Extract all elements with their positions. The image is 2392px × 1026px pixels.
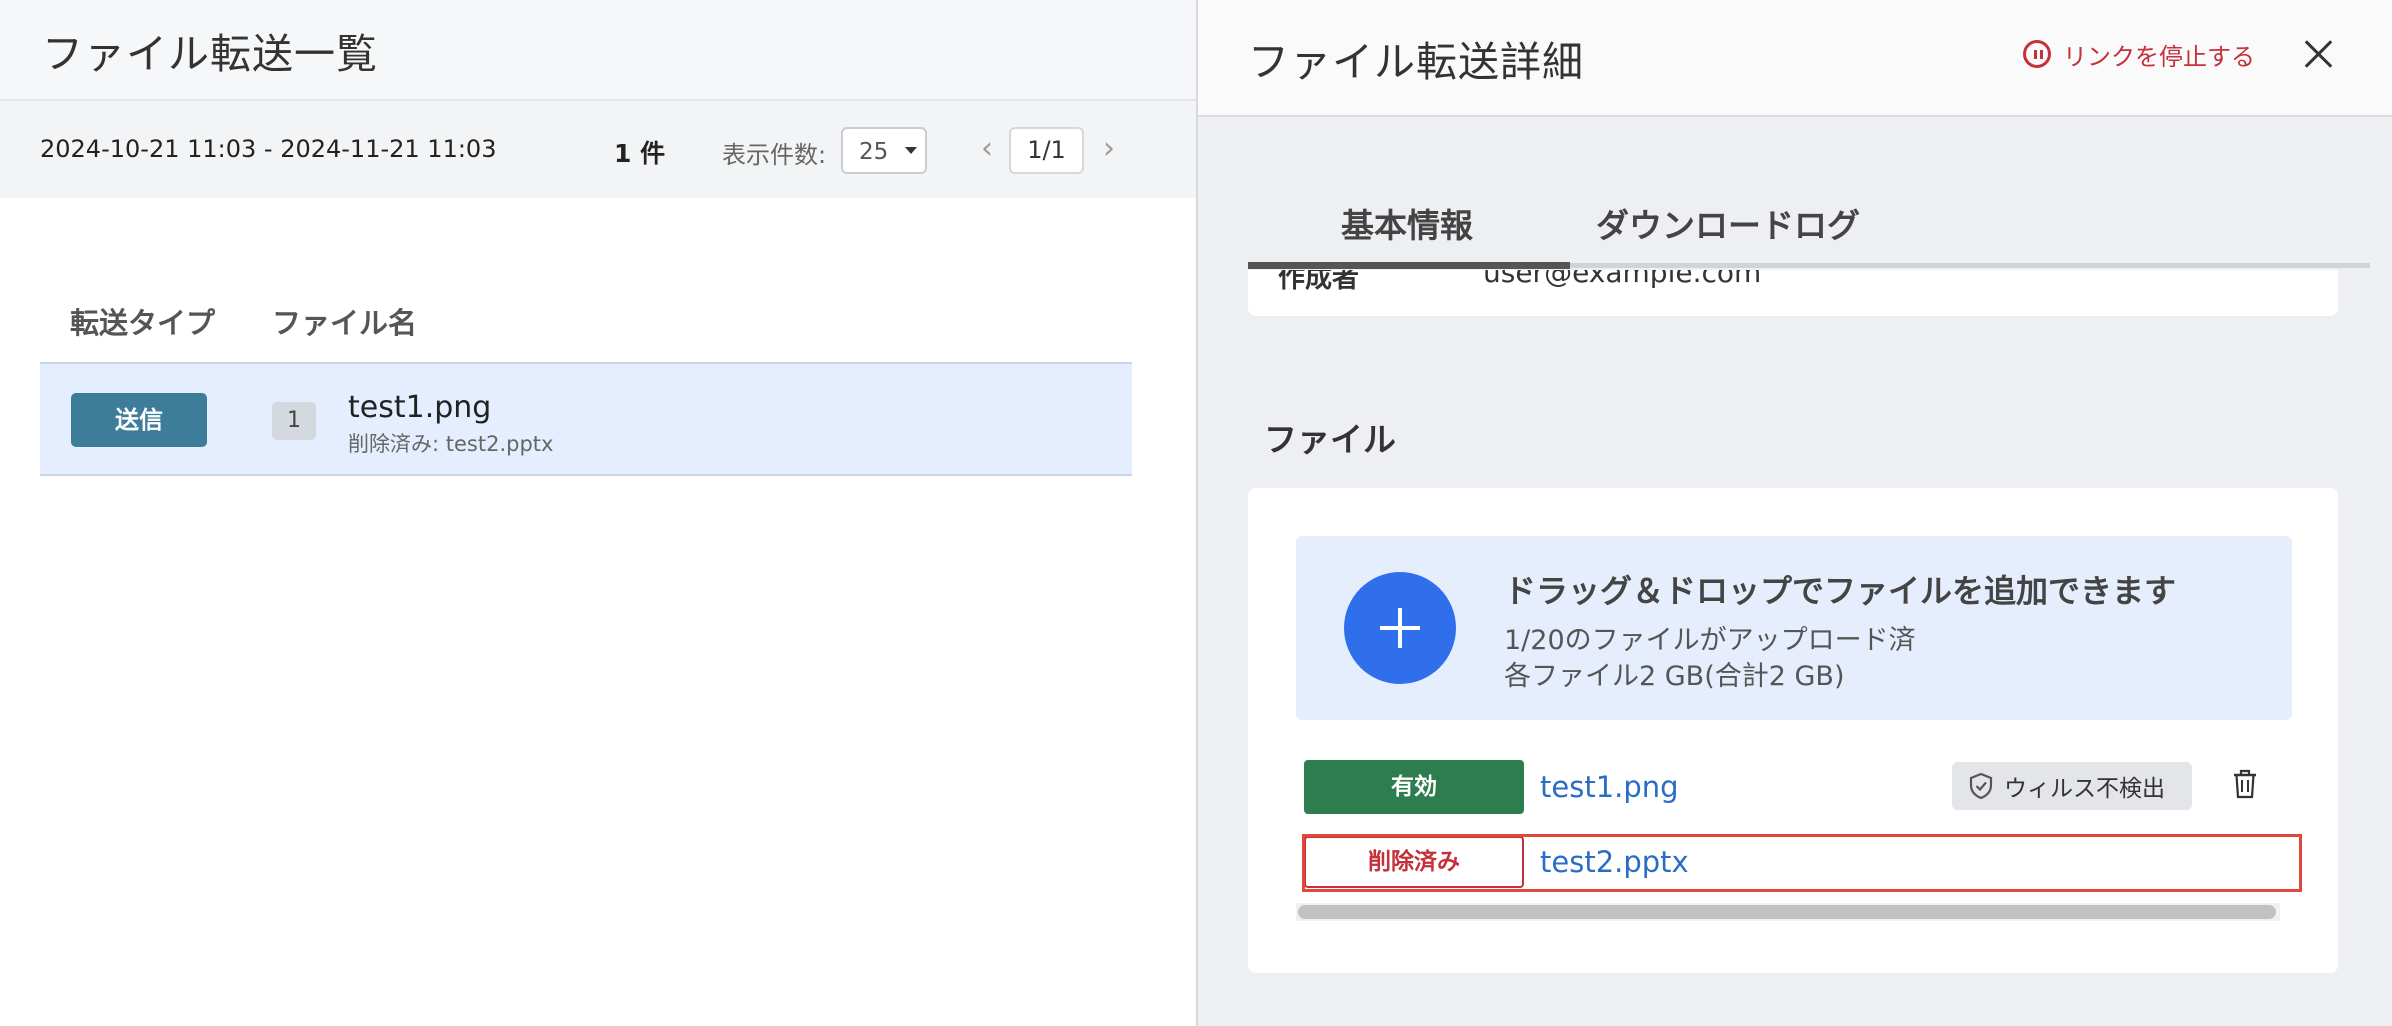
basic-info-card: 作成者 user@example.com <box>1248 270 2338 316</box>
table-row[interactable]: 送信 1 test1.png 削除済み: test2.pptx <box>40 362 1132 476</box>
list-header: ファイル転送一覧 <box>0 0 1197 101</box>
file-dropzone[interactable]: ドラッグ＆ドロップでファイルを追加できます 1/20のファイルがアップロード済 … <box>1296 536 2292 720</box>
tab-download-log[interactable]: ダウンロードログ <box>1596 199 1860 247</box>
per-page-value: 25 <box>859 139 889 165</box>
row-file-name: test1.png <box>348 390 492 425</box>
transfer-detail-pane: ファイル転送詳細 リンクを停止する 作成者 user@example.com 基… <box>1198 0 2392 1026</box>
chevron-left-icon[interactable]: ‹ <box>972 131 1002 167</box>
file-list-item: 有効 test1.png ウィルス不検出 <box>1302 758 2298 818</box>
dropzone-size-limit: 各ファイル2 GB(合計2 GB) <box>1504 661 1845 692</box>
dropzone-upload-count: 1/20のファイルがアップロード済 <box>1504 625 1916 656</box>
status-badge-valid: 有効 <box>1304 760 1524 814</box>
trash-icon[interactable] <box>2230 768 2260 800</box>
shield-check-icon <box>1969 772 1993 800</box>
dropzone-title: ドラッグ＆ドロップでファイルを追加できます <box>1504 572 2177 610</box>
virus-scan-label: ウィルス不検出 <box>2004 776 2165 802</box>
detail-title: ファイル転送詳細 <box>1248 38 1584 86</box>
per-page-label: 表示件数: <box>722 141 827 169</box>
result-count: 1 件 <box>614 139 666 168</box>
row-deleted-note: 削除済み: test2.pptx <box>348 432 554 456</box>
plus-icon[interactable] <box>1344 572 1456 684</box>
creator-label: 作成者 <box>1278 270 1359 294</box>
stop-link-button[interactable]: リンクを停止する <box>2023 36 2255 72</box>
per-page-select[interactable]: 25 <box>841 127 927 174</box>
column-header-transfer-type[interactable]: 転送タイプ <box>70 300 215 342</box>
column-header-file-name[interactable]: ファイル名 <box>272 300 417 342</box>
filter-bar: 2024-10-21 11:03 - 2024-11-21 11:03 1 件 … <box>0 101 1197 198</box>
virus-scan-badge: ウィルス不検出 <box>1952 762 2192 810</box>
transfer-list-pane: ファイル転送一覧 2024-10-21 11:03 - 2024-11-21 1… <box>0 0 1197 1026</box>
stop-link-label: リンクを停止する <box>2063 42 2255 71</box>
pause-circle-icon <box>2023 40 2051 68</box>
detail-header: ファイル転送詳細 リンクを停止する <box>1198 0 2392 117</box>
page-indicator[interactable]: 1/1 <box>1009 127 1084 174</box>
files-section-title: ファイル <box>1264 420 1396 459</box>
close-icon[interactable] <box>2298 34 2338 74</box>
horizontal-scrollbar[interactable] <box>1296 903 2280 921</box>
tab-active-indicator <box>1248 262 1570 269</box>
scrollbar-thumb[interactable] <box>1298 905 2276 919</box>
tab-basic-info[interactable]: 基本情報 <box>1341 199 1473 247</box>
transfer-type-badge: 送信 <box>71 393 207 447</box>
highlight-frame <box>1302 834 2302 892</box>
page-title: ファイル転送一覧 <box>42 30 378 78</box>
date-range-filter[interactable]: 2024-10-21 11:03 - 2024-11-21 11:03 <box>40 135 496 163</box>
files-card: ドラッグ＆ドロップでファイルを追加できます 1/20のファイルがアップロード済 … <box>1248 488 2338 973</box>
caret-down-icon <box>905 147 917 154</box>
creator-value: user@example.com <box>1483 270 1762 289</box>
file-count-badge: 1 <box>272 402 316 440</box>
file-link[interactable]: test1.png <box>1540 770 1679 804</box>
detail-tabs: 基本情報 ダウンロードログ <box>1248 185 2370 271</box>
chevron-right-icon[interactable]: › <box>1094 131 1124 167</box>
